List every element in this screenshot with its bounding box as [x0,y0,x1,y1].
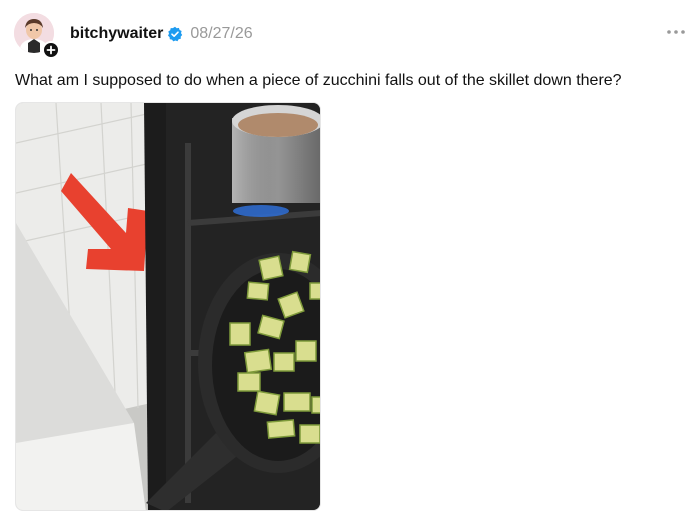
post-timestamp: 08/27/26 [190,25,253,42]
thread-post: bitchywaiter 08/27/26 What am I supposed… [0,0,700,523]
post-header: bitchywaiter 08/27/26 [70,22,253,46]
follow-plus-icon[interactable] [42,41,60,59]
post-body-text: What am I supposed to do when a piece of… [15,72,622,89]
username[interactable]: bitchywaiter [70,25,163,43]
more-options-icon[interactable] [666,27,686,37]
post-photo[interactable] [15,102,321,511]
verified-badge-icon [167,26,183,42]
avatar[interactable] [14,13,60,59]
